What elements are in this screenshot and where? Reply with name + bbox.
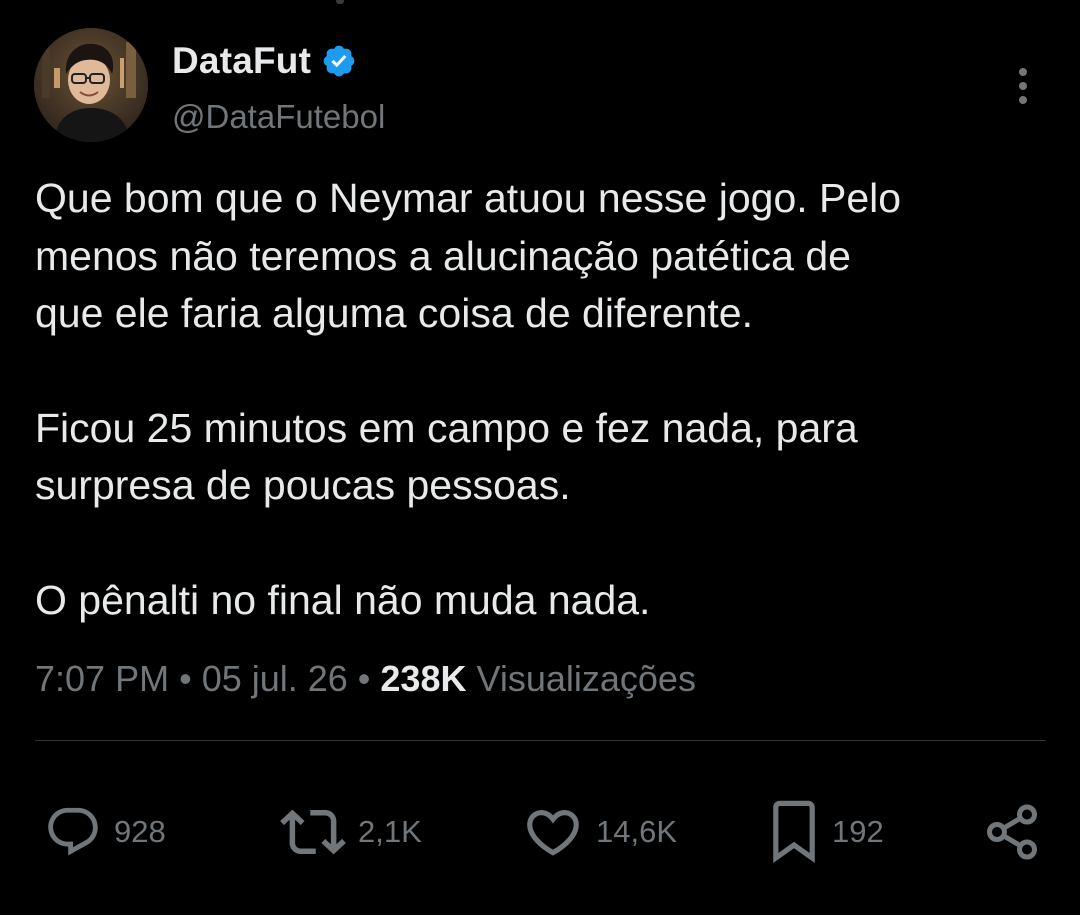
divider <box>35 740 1046 741</box>
share-button[interactable] <box>982 802 1042 862</box>
retweet-button[interactable]: 2,1K <box>280 802 422 862</box>
reply-icon <box>48 807 98 856</box>
avatar[interactable] <box>34 28 148 142</box>
tweet-paragraph: Que bom que o Neymar atuou nesse jogo. P… <box>35 175 902 336</box>
retweet-icon <box>280 809 346 855</box>
verified-badge-icon[interactable] <box>321 43 357 79</box>
share-icon <box>987 804 1037 860</box>
like-button[interactable]: 14,6K <box>522 802 677 862</box>
tweet-date[interactable]: 05 jul. 26 <box>202 658 348 699</box>
tweet-time[interactable]: 7:07 PM <box>35 658 169 699</box>
more-options-icon[interactable] <box>1008 66 1038 110</box>
avatar-photo <box>34 28 148 142</box>
reply-button[interactable]: 928 <box>44 802 166 862</box>
tweet-paragraph: Ficou 25 minutos em campo e fez nada, pa… <box>35 404 858 509</box>
like-count: 14,6K <box>596 814 678 849</box>
reply-count: 928 <box>114 814 166 849</box>
tweet-paragraph: O pênalti no final não muda nada. <box>35 576 651 623</box>
meta-separator: • <box>347 658 381 699</box>
tweet-meta: 7:07 PM • 05 jul. 26 • 238K Visualizaçõe… <box>35 658 696 700</box>
author-name-row[interactable]: DataFut <box>172 38 357 84</box>
bookmark-count: 192 <box>832 814 884 849</box>
heart-icon <box>527 810 579 856</box>
views-count[interactable]: 238K <box>380 658 466 699</box>
views-label[interactable]: Visualizações <box>476 658 695 699</box>
previous-tweet-edge <box>336 0 344 4</box>
author-display-name[interactable]: DataFut <box>172 40 311 82</box>
meta-separator: • <box>169 658 202 699</box>
bookmark-button[interactable]: 192 <box>768 800 884 864</box>
bookmark-icon <box>773 800 815 864</box>
retweet-count: 2,1K <box>358 814 422 849</box>
tweet-text: Que bom que o Neymar atuou nesse jogo. P… <box>35 170 1065 629</box>
author-handle[interactable]: @DataFutebol <box>172 98 385 136</box>
